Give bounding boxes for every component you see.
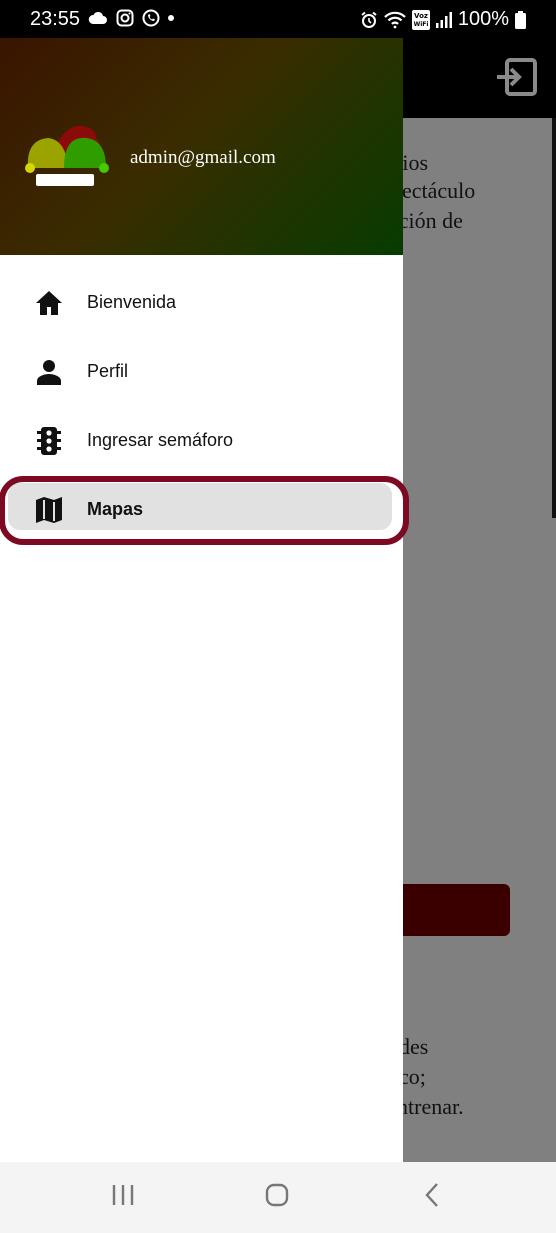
battery-percent: 100% (457, 8, 509, 30)
back-icon[interactable] (420, 1182, 446, 1208)
navigation-drawer: admin@gmail.com Bienvenida Perfil Ingres… (0, 38, 409, 1162)
status-time: 23:55 (30, 8, 81, 30)
wifi-icon (384, 11, 406, 28)
svg-text:WiFi: WiFi (413, 21, 428, 28)
selection-highlight (0, 476, 409, 545)
vowifi-icon: VozWiFi (411, 9, 430, 30)
background-content: rios pectáculo ación de des co; ntrenar. (403, 118, 556, 1162)
status-bar: 23:55 Voz WiFi 100% (0, 0, 556, 38)
menu-item-bienvenida[interactable]: Bienvenida (0, 268, 403, 337)
home-icon (35, 289, 63, 317)
background-button (403, 884, 510, 936)
signal-icon (435, 11, 452, 28)
menu-item-ingresar-semaforo[interactable]: Ingresar semáforo (0, 406, 403, 475)
background-text-line: ación de (403, 208, 463, 233)
background-text-line: ntrenar. (403, 1094, 464, 1119)
menu-item-label: Ingresar semáforo (87, 430, 234, 450)
recent-apps-icon[interactable] (110, 1182, 136, 1208)
menu-item-label: Perfil (87, 361, 129, 381)
svg-text:Voz: Voz (414, 12, 428, 20)
user-email: admin@gmail.com (130, 147, 276, 168)
background-text-line: co; (403, 1064, 426, 1089)
background-edge (552, 118, 556, 518)
system-nav-bar (0, 1162, 556, 1233)
background-text-line: rios (403, 150, 428, 175)
background-text-line: des (403, 1034, 429, 1059)
battery-icon (515, 10, 526, 29)
jester-hat-avatar-icon (25, 125, 109, 186)
background-text-line: pectáculo (403, 178, 476, 203)
cloud-icon (88, 11, 107, 24)
whatsapp-icon (142, 9, 160, 27)
dot-icon (168, 15, 174, 21)
drawer-header: admin@gmail.com (0, 38, 403, 255)
alarm-icon (361, 11, 377, 28)
person-icon (35, 358, 63, 386)
menu-item-label: Bienvenida (87, 292, 177, 312)
instagram-icon (116, 9, 134, 27)
menu-item-perfil[interactable]: Perfil (0, 337, 403, 406)
traffic-light-icon (35, 426, 63, 455)
home-button-icon[interactable] (264, 1182, 290, 1208)
exit-icon (497, 58, 537, 96)
